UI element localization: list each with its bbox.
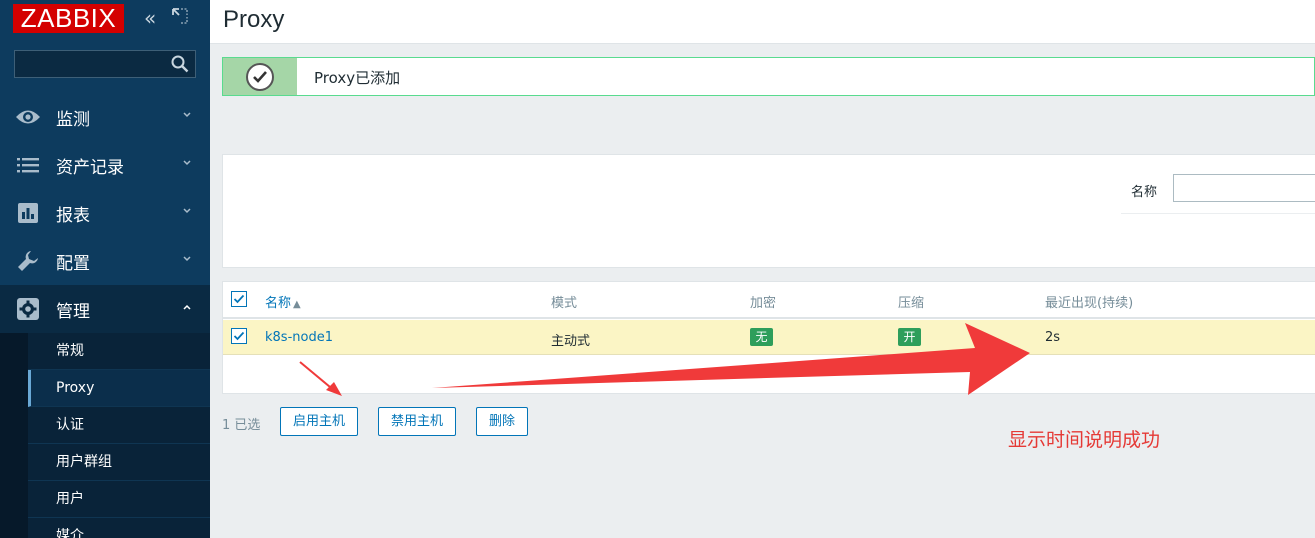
- check-circle-icon: [246, 63, 274, 91]
- filter-panel: 名称: [222, 154, 1315, 268]
- chevron-down-icon: [183, 256, 191, 262]
- column-name-header[interactable]: 名称 ▲: [265, 292, 301, 311]
- enable-hosts-button[interactable]: 启用主机: [280, 407, 359, 436]
- column-last-seen-header: 最近出现(持续): [1045, 296, 1134, 311]
- encryption-badge: 无: [750, 328, 773, 346]
- menu-label: 报表: [56, 205, 90, 226]
- admin-submenu: 常规 Proxy 认证 用户群组 用户 媒介: [0, 333, 210, 538]
- success-message: Proxy已添加: [222, 57, 1315, 96]
- menu-configuration[interactable]: 配置: [0, 237, 210, 285]
- table-row: k8s-node1 主动式 无 开 2s: [223, 320, 1315, 355]
- menu-inventory[interactable]: 资产记录: [0, 141, 210, 189]
- proxy-table: 名称 ▲ 模式 加密 压缩 最近出现(持续) k8s-node1 主动式 无 开 …: [222, 281, 1315, 394]
- page-title: Proxy: [223, 6, 285, 33]
- chevron-down-icon: [183, 160, 191, 166]
- page-header: Proxy: [210, 0, 1315, 44]
- check-icon: [233, 294, 245, 304]
- column-encryption-header: 加密: [750, 296, 777, 311]
- submenu-proxy[interactable]: Proxy: [28, 370, 210, 407]
- delete-button[interactable]: 删除: [476, 407, 529, 436]
- eye-icon: [14, 103, 42, 131]
- collapse-sidebar-icon[interactable]: «: [144, 8, 156, 28]
- filter-name-input[interactable]: [1173, 174, 1315, 202]
- row-checkbox[interactable]: [231, 328, 247, 344]
- search-icon[interactable]: [171, 55, 189, 73]
- sidebar-search-input[interactable]: [14, 50, 196, 78]
- success-message-text: Proxy已添加: [314, 69, 401, 87]
- submenu-users[interactable]: 用户: [28, 481, 210, 518]
- submenu-authentication[interactable]: 认证: [28, 407, 210, 444]
- gear-icon: [14, 295, 42, 323]
- column-compression-header: 压缩: [898, 296, 925, 311]
- select-all-checkbox[interactable]: [231, 291, 247, 307]
- submenu-general[interactable]: 常规: [28, 333, 210, 370]
- submenu-media[interactable]: 媒介: [28, 518, 210, 538]
- chevron-up-icon: [183, 304, 191, 310]
- disable-hosts-button[interactable]: 禁用主机: [378, 407, 457, 436]
- sort-ascending-icon: ▲: [293, 299, 301, 310]
- menu-label: 管理: [56, 301, 90, 322]
- menu-label: 资产记录: [56, 157, 124, 178]
- proxy-mode: 主动式: [551, 334, 591, 349]
- compression-badge: 开: [898, 328, 921, 346]
- annotation-text: 显示时间说明成功: [1008, 429, 1161, 451]
- menu-reports[interactable]: 报表: [0, 189, 210, 237]
- last-seen-value: 2s: [1045, 330, 1061, 345]
- menu-monitoring[interactable]: 监测: [0, 93, 210, 141]
- bar-chart-icon: [14, 199, 42, 227]
- selected-count: 1 已选: [222, 418, 261, 433]
- wrench-icon: [14, 247, 42, 275]
- zabbix-logo[interactable]: ZABBIX: [13, 4, 124, 33]
- proxy-name-link[interactable]: k8s-node1: [265, 330, 333, 345]
- submenu-user-groups[interactable]: 用户群组: [28, 444, 210, 481]
- menu-label: 配置: [56, 253, 90, 274]
- filter-name-label: 名称: [1131, 185, 1158, 200]
- list-icon: [14, 151, 42, 179]
- menu-administration[interactable]: 管理: [0, 285, 210, 333]
- chevron-down-icon: [183, 208, 191, 214]
- sidebar: ZABBIX « 监测 资产记录 报表 配置 管理 常规 Proxy 认证 用户…: [0, 0, 210, 538]
- kiosk-mode-icon[interactable]: [172, 8, 188, 24]
- table-header: 名称 ▲ 模式 加密 压缩 最近出现(持续): [223, 282, 1315, 319]
- column-mode-header: 模式: [551, 296, 578, 311]
- menu-label: 监测: [56, 109, 90, 130]
- chevron-down-icon: [183, 112, 191, 118]
- check-icon: [233, 331, 245, 341]
